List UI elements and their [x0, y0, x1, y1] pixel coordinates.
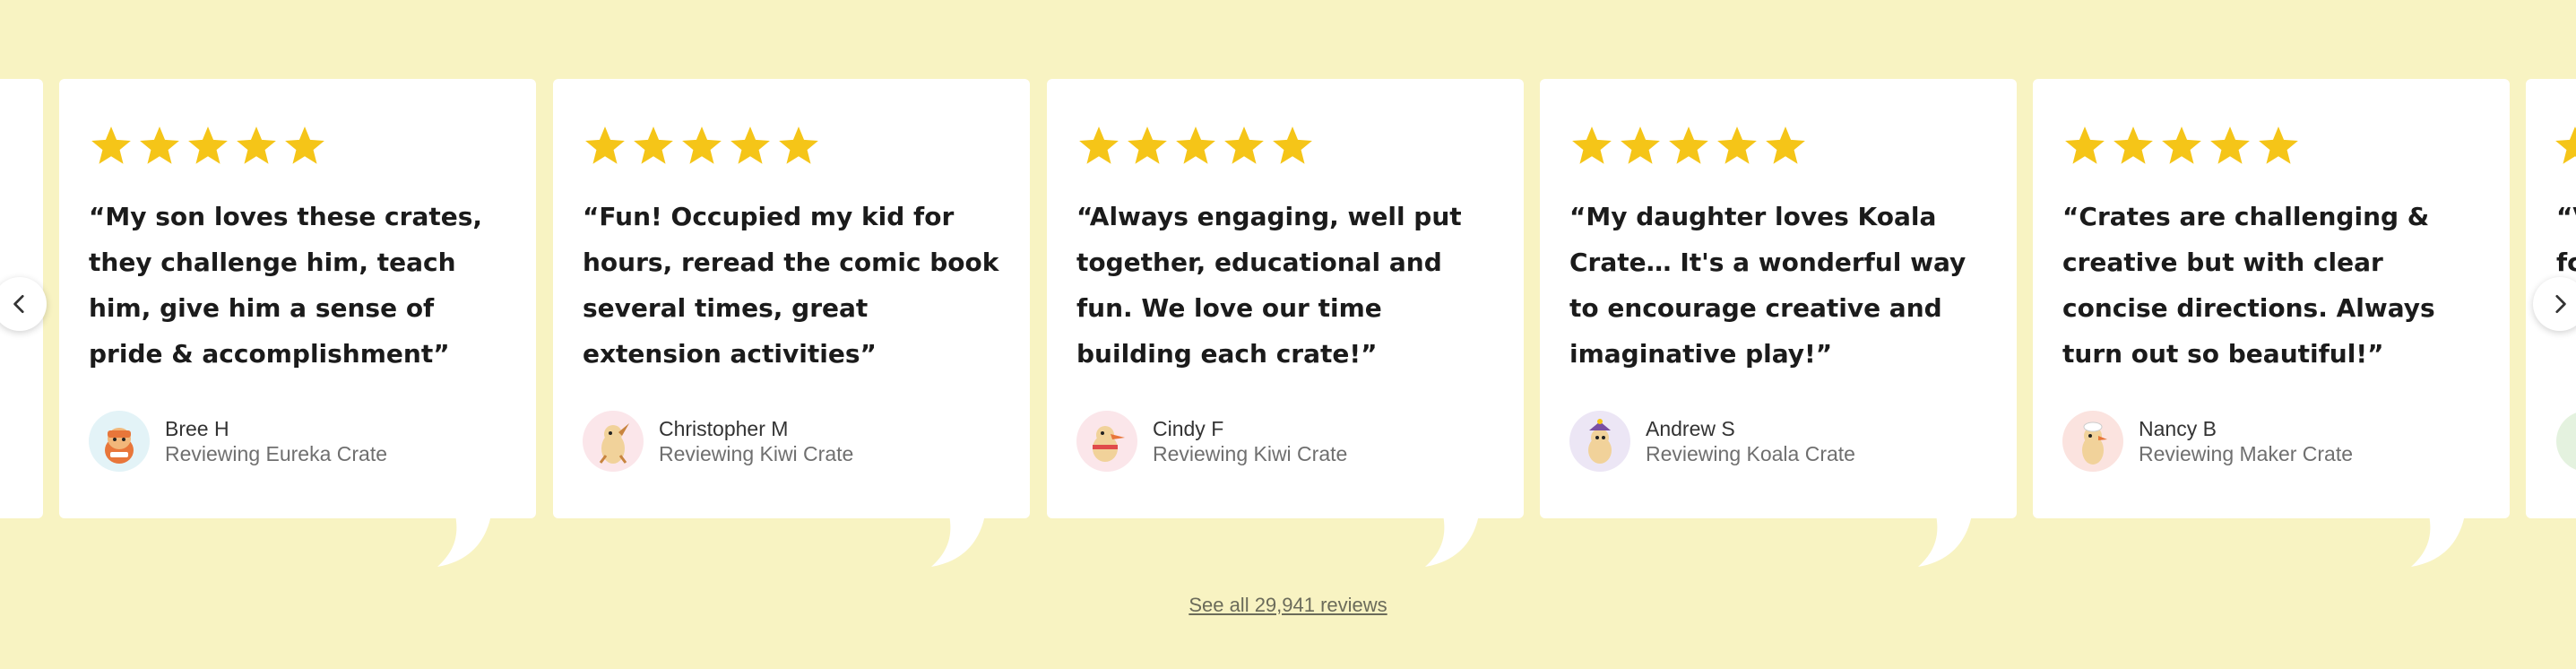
star-rating: [583, 124, 821, 169]
star-icon: [2162, 126, 2201, 164]
star-icon: [2114, 126, 2153, 164]
kiwi-character-icon: [1076, 411, 1137, 472]
kiwi-character-icon: [583, 411, 644, 472]
star-icon: [237, 126, 276, 164]
reviewer-name: Andrew S: [1646, 417, 1735, 440]
speech-tail: [2406, 515, 2465, 567]
speech-tail: [1913, 515, 1972, 567]
star-icon: [188, 126, 228, 164]
reviewed-product: Reviewing Koala Crate: [1646, 442, 1855, 465]
review-quote: “My son loves these crates, they challen…: [89, 202, 483, 369]
speech-tail: [926, 515, 985, 567]
review-card: “Crates are challenging & creative but w…: [2033, 79, 2510, 567]
star-icon: [1766, 126, 1805, 164]
star-icon: [634, 126, 673, 164]
star-icon: [1621, 126, 1660, 164]
review-quote: “Always engaging, well put together, edu…: [1076, 202, 1462, 369]
star-rating: [2553, 124, 2576, 173]
star-icon: [285, 126, 324, 164]
star-icon: [682, 126, 722, 164]
star-icon: [2065, 126, 2105, 164]
star-rating: [89, 124, 327, 169]
avatar: [2062, 411, 2123, 472]
speech-tail: [1420, 515, 1479, 567]
speech-tail: [432, 515, 491, 567]
star-icon: [1572, 126, 1612, 164]
star-icon: [1176, 126, 1215, 164]
reviewer: Nancy B Reviewing Maker Crate: [2062, 411, 2353, 472]
review-quote: “My daughter loves Koala Crate… It's a w…: [1569, 202, 1967, 369]
star-icon: [2259, 126, 2298, 164]
star-icon: [2210, 126, 2250, 164]
review-card: “Always engaging, well put together, edu…: [1047, 79, 1524, 567]
see-all-reviews-link[interactable]: See all 29,941 reviews: [0, 594, 2576, 617]
review-card: “My son loves these crates, they challen…: [59, 79, 536, 567]
avatar: [583, 411, 644, 472]
star-icon: [585, 126, 625, 164]
reviewer: Bree H Reviewing Eureka Crate: [89, 411, 387, 472]
avatar: [1569, 411, 1630, 472]
review-card: “Fun! Occupied my kid for hours, reread …: [553, 79, 1030, 567]
star-icon: [91, 126, 131, 164]
star-icon: [1224, 126, 1264, 164]
chevron-left-icon: [13, 294, 24, 314]
reviewed-product: Reviewing Eureka Crate: [165, 442, 388, 465]
eureka-character-icon: [89, 411, 150, 472]
star-icon: [140, 126, 179, 164]
reviewed-product: Reviewing Maker Crate: [2139, 442, 2354, 465]
avatar: [2556, 411, 2576, 472]
star-rating: [1569, 124, 1808, 169]
review-quote: “Fun! Occupied my kid for hours, reread …: [583, 202, 999, 369]
reviewed-product: Reviewing Kiwi Crate: [1153, 442, 1348, 465]
reviewer-name: Bree H: [165, 417, 229, 440]
reviewer: Christopher M Reviewing Kiwi Crate: [583, 411, 853, 472]
star-icon: [1273, 126, 1312, 164]
koala-character-icon: [1569, 411, 1630, 472]
star-icon: [779, 126, 818, 164]
reviewer: Cindy F Reviewing Kiwi Crate: [1076, 411, 1347, 472]
star-icon: [2555, 126, 2576, 164]
star-icon: [1669, 126, 1708, 164]
star-rating: [2062, 124, 2301, 169]
maker-character-icon: [2062, 411, 2123, 472]
review-quote: “Crates are challenging & creative but w…: [2062, 202, 2435, 369]
star-rating: [1076, 124, 1315, 169]
avatar: [89, 411, 150, 472]
reviewer-name: Nancy B: [2139, 417, 2217, 440]
star-icon: [730, 126, 770, 164]
reviews-carousel: t “My son loves these crates, they chall…: [0, 0, 2576, 669]
star-icon: [1128, 126, 1167, 164]
star-icon: [1079, 126, 1119, 164]
chevron-right-icon: [2555, 294, 2566, 314]
reviewer-name: Cindy F: [1153, 417, 1224, 440]
avatar: [1076, 411, 1137, 472]
star-icon: [1717, 126, 1757, 164]
reviewer: Andrew S Reviewing Koala Crate: [1569, 411, 1855, 472]
review-card: “My daughter loves Koala Crate… It's a w…: [1540, 79, 2017, 567]
reviewer-name: Christopher M: [659, 417, 789, 440]
reviewed-product: Reviewing Kiwi Crate: [659, 442, 854, 465]
